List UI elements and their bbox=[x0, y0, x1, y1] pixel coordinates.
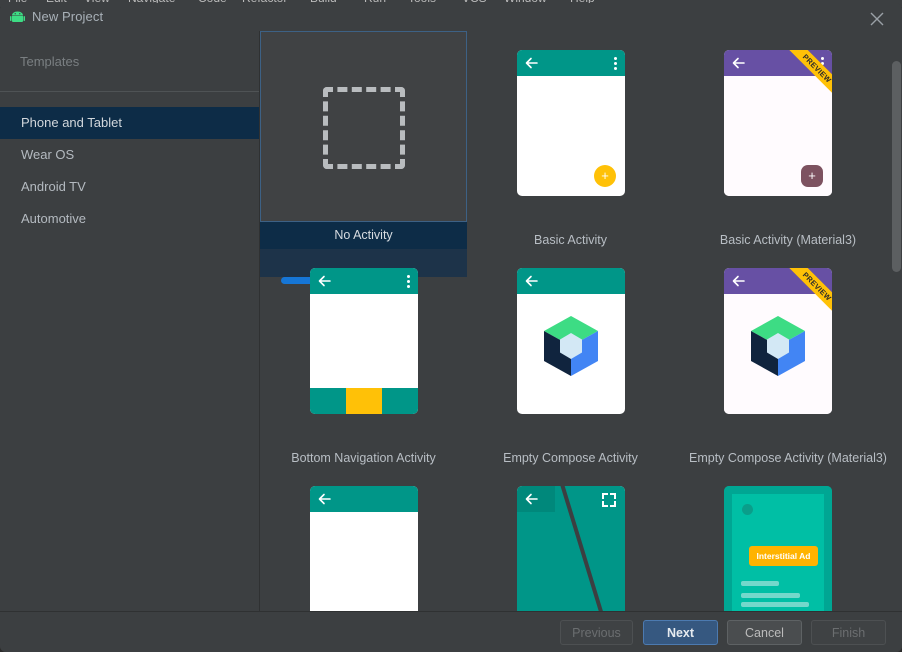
previous-button[interactable]: Previous bbox=[560, 620, 633, 645]
vertical-scrollbar-thumb[interactable] bbox=[892, 61, 901, 272]
template-label: Empty Compose Activity (Material3) bbox=[689, 451, 887, 465]
cancel-button[interactable]: Cancel bbox=[727, 620, 802, 645]
fullscreen-expand-icon bbox=[602, 493, 616, 507]
android-robot-icon bbox=[10, 11, 25, 22]
phone-preview: Interstitial Ad bbox=[724, 486, 832, 614]
ad-preview-surface: Interstitial Ad bbox=[732, 494, 824, 614]
phone-preview bbox=[310, 486, 418, 614]
template-label: Empty Compose Activity bbox=[503, 451, 638, 465]
no-activity-placeholder-icon bbox=[323, 87, 405, 169]
back-arrow-icon bbox=[732, 57, 745, 69]
dialog-title: New Project bbox=[32, 9, 104, 24]
back-arrow-icon bbox=[732, 275, 745, 287]
preview-ribbon: PREVIEW bbox=[780, 268, 832, 320]
overflow-menu-icon bbox=[407, 275, 410, 290]
back-arrow-icon bbox=[525, 493, 538, 505]
back-arrow-icon bbox=[318, 493, 331, 505]
new-project-dialog: New Project Templates Phone and Tablet W… bbox=[0, 3, 902, 652]
phone-preview bbox=[310, 268, 418, 414]
ad-close-dot-icon bbox=[742, 504, 753, 515]
template-label: Basic Activity (Material3) bbox=[719, 233, 857, 247]
template-card-row3-col3[interactable]: Interstitial Ad bbox=[674, 467, 902, 614]
phone-preview bbox=[517, 486, 625, 614]
selection-border bbox=[260, 31, 467, 222]
sidebar-item-phone-and-tablet[interactable]: Phone and Tablet bbox=[0, 107, 259, 139]
back-arrow-icon bbox=[318, 275, 331, 287]
dialog-footer: Previous Next Cancel Finish bbox=[0, 611, 902, 652]
bottom-navigation-bar bbox=[310, 388, 418, 414]
close-icon[interactable] bbox=[860, 6, 894, 30]
back-arrow-icon bbox=[525, 275, 538, 287]
next-button[interactable]: Next bbox=[643, 620, 718, 645]
sidebar-item-automotive[interactable]: Automotive bbox=[0, 203, 259, 235]
jetpack-compose-logo-icon bbox=[544, 316, 598, 376]
template-card-basic-activity[interactable]: + Basic Activity bbox=[467, 31, 674, 284]
template-card-basic-activity-material3[interactable]: + PREVIEW Basic Activity (Material3) bbox=[674, 31, 902, 284]
back-arrow-icon bbox=[525, 57, 538, 69]
app-bar bbox=[517, 50, 625, 76]
phone-preview: + bbox=[517, 50, 625, 196]
app-bar bbox=[517, 268, 625, 294]
finish-button[interactable]: Finish bbox=[811, 620, 886, 645]
interstitial-ad-button: Interstitial Ad bbox=[749, 546, 818, 566]
bottom-nav-tab bbox=[310, 388, 346, 414]
preview-ribbon: PREVIEW bbox=[780, 50, 832, 102]
template-card-empty-compose-activity-material3[interactable]: PREVIEW Empty Compose Activity (Material… bbox=[674, 249, 902, 502]
template-card-row3-col2[interactable] bbox=[467, 467, 674, 614]
template-label: Bottom Navigation Activity bbox=[291, 451, 436, 465]
template-label: No Activity bbox=[334, 228, 393, 242]
template-card-empty-compose-activity[interactable]: Empty Compose Activity bbox=[467, 249, 674, 502]
floating-action-button: + bbox=[801, 165, 823, 187]
sidebar-divider bbox=[0, 91, 259, 92]
template-card-no-activity[interactable]: No Activity bbox=[260, 31, 467, 284]
bottom-nav-tab-active bbox=[346, 388, 382, 414]
template-label: Basic Activity bbox=[534, 233, 607, 247]
ad-text-line bbox=[741, 602, 809, 607]
overflow-menu-icon bbox=[614, 57, 617, 72]
ad-text-line bbox=[741, 593, 800, 598]
ad-text-line bbox=[741, 581, 779, 586]
preview-ribbon-label: PREVIEW bbox=[781, 50, 832, 102]
phone-preview: + PREVIEW bbox=[724, 50, 832, 196]
sidebar-item-wear-os[interactable]: Wear OS bbox=[0, 139, 259, 171]
vertical-scrollbar-track[interactable] bbox=[890, 31, 902, 614]
template-grid: No Activity + Basic Activity + PREVIEW B… bbox=[260, 31, 902, 614]
app-bar bbox=[310, 486, 418, 512]
phone-preview bbox=[517, 268, 625, 414]
templates-sidebar: Templates Phone and Tablet Wear OS Andro… bbox=[0, 31, 260, 614]
phone-preview: PREVIEW bbox=[724, 268, 832, 414]
dialog-titlebar: New Project bbox=[0, 3, 902, 31]
sidebar-item-android-tv[interactable]: Android TV bbox=[0, 171, 259, 203]
floating-action-button: + bbox=[594, 165, 616, 187]
app-bar bbox=[310, 268, 418, 294]
template-card-row3-col1[interactable] bbox=[260, 467, 467, 614]
template-card-bottom-navigation-activity[interactable]: Bottom Navigation Activity bbox=[260, 249, 467, 502]
preview-ribbon-label: PREVIEW bbox=[781, 268, 832, 320]
bottom-nav-tab bbox=[382, 388, 418, 414]
sidebar-header: Templates bbox=[20, 54, 80, 69]
jetpack-compose-logo-icon bbox=[751, 316, 805, 376]
